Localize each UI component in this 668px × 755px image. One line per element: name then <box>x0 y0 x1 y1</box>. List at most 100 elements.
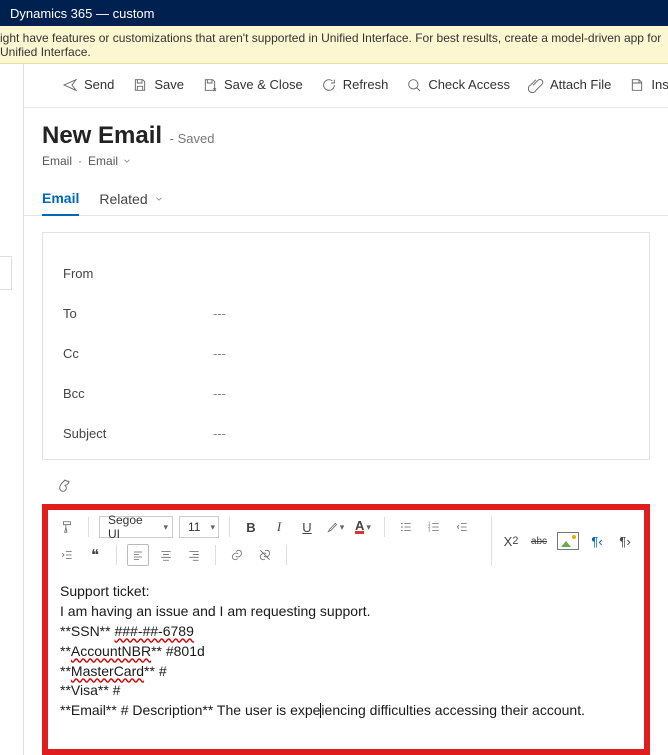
highlight-color-button[interactable]: ▾ <box>324 516 346 538</box>
font-size-value: 11 <box>188 520 200 534</box>
tab-related-label: Related <box>99 191 147 207</box>
svg-text:3: 3 <box>428 528 431 533</box>
ltr-button[interactable]: ¶› <box>614 530 636 552</box>
bullet-list-button[interactable] <box>395 516 417 538</box>
app-title: Dynamics 365 — custom <box>10 6 155 21</box>
tab-email-label: Email <box>42 190 79 206</box>
body-line: **Email** # Description** The user is ex… <box>60 701 632 720</box>
align-right-icon <box>187 548 201 562</box>
email-body-editor[interactable]: Support ticket: I am having an issue and… <box>48 572 644 749</box>
chevron-down-icon <box>122 156 132 166</box>
insert-template-button[interactable]: Insert Template <box>629 77 668 93</box>
bold-button[interactable]: B <box>240 516 262 538</box>
align-center-icon <box>159 548 173 562</box>
page-title-suffix: - Saved <box>170 131 215 146</box>
cc-label: Cc <box>63 346 213 361</box>
blockquote-button[interactable]: ❝ <box>84 544 106 566</box>
tabs: Email Related <box>24 168 668 216</box>
align-right-button[interactable] <box>183 544 205 566</box>
body-line: **Visa** # <box>60 681 632 700</box>
highlight-icon <box>326 520 340 534</box>
tab-email[interactable]: Email <box>42 190 79 216</box>
refresh-label: Refresh <box>343 77 389 92</box>
to-value: --- <box>213 306 226 321</box>
attach-file-button[interactable]: Attach File <box>528 77 611 93</box>
align-left-button[interactable] <box>127 544 149 566</box>
body-line: Support ticket: <box>60 582 632 601</box>
unlink-icon <box>258 548 272 562</box>
font-family-select[interactable]: Segoe UI▾ <box>99 516 173 538</box>
indent-icon <box>60 548 74 562</box>
format-painter-button[interactable] <box>56 516 78 538</box>
insert-template-label: Insert Template <box>651 77 668 92</box>
strike-label: abc <box>531 536 547 547</box>
command-bar: Send Save Save & Close Refresh Check Acc… <box>24 64 668 108</box>
link-icon <box>230 548 244 562</box>
outdent-icon <box>455 520 469 534</box>
chevron-down-icon <box>154 194 164 204</box>
save-close-label: Save & Close <box>224 77 303 92</box>
breadcrumb-form-switcher[interactable]: Email <box>88 154 132 168</box>
page-title: New Email <box>42 122 162 149</box>
subscript-button[interactable]: X2 <box>500 530 522 552</box>
personalize-button[interactable] <box>42 472 88 500</box>
format-painter-icon <box>60 520 74 534</box>
subject-label: Subject <box>63 426 213 441</box>
image-icon <box>557 532 579 550</box>
strikethrough-button[interactable]: abc <box>528 530 550 552</box>
link-button[interactable] <box>226 544 248 566</box>
attach-label: Attach File <box>550 77 611 92</box>
body-line: **AccountNBR** #801d <box>60 642 632 661</box>
breadcrumb-form-label: Email <box>88 154 118 168</box>
to-label: To <box>63 306 213 321</box>
body-line: **SSN** ###-##-6789 <box>60 622 632 641</box>
italic-button[interactable]: I <box>268 516 290 538</box>
save-button[interactable]: Save <box>132 77 184 93</box>
warning-text: ight have features or customizations tha… <box>0 31 668 59</box>
editor-toolbar: Segoe UI▾ 11▾ B I U ▾ A▾ <box>48 510 491 572</box>
number-list-button[interactable]: 123 <box>423 516 445 538</box>
check-access-icon <box>406 77 422 93</box>
body-line: **MasterCard** # <box>60 662 632 681</box>
font-color-button[interactable]: A▾ <box>352 516 374 538</box>
warning-bar: ight have features or customizations tha… <box>0 26 668 64</box>
indent-button[interactable] <box>56 544 78 566</box>
save-close-button[interactable]: Save & Close <box>202 77 303 93</box>
breadcrumb: Email · Email <box>42 154 650 168</box>
body-line: I am having an issue and I am requesting… <box>60 602 632 621</box>
template-icon <box>629 77 645 93</box>
unlink-button[interactable] <box>254 544 276 566</box>
align-center-button[interactable] <box>155 544 177 566</box>
save-label: Save <box>154 77 184 92</box>
cc-value: --- <box>213 346 226 361</box>
outdent-button[interactable] <box>451 516 473 538</box>
left-nav-stub[interactable] <box>0 256 12 290</box>
attach-icon <box>528 77 544 93</box>
subject-row[interactable]: Subject --- <box>63 413 629 453</box>
page-header: New Email - Saved Email · Email <box>24 108 668 168</box>
refresh-button[interactable]: Refresh <box>321 77 389 93</box>
bcc-row[interactable]: Bcc --- <box>63 373 629 413</box>
rtl-button[interactable]: ¶‹ <box>586 530 608 552</box>
bullet-list-icon <box>399 520 413 534</box>
insert-image-button[interactable] <box>556 530 580 552</box>
send-button[interactable]: Send <box>62 77 114 93</box>
from-label: From <box>63 266 213 281</box>
to-row[interactable]: To --- <box>63 293 629 333</box>
underline-button[interactable]: U <box>296 516 318 538</box>
align-left-icon <box>132 549 144 561</box>
send-icon <box>62 77 78 93</box>
subscript-sub: 2 <box>512 535 518 547</box>
save-icon <box>132 77 148 93</box>
app-title-bar: Dynamics 365 — custom <box>0 0 668 26</box>
font-size-select[interactable]: 11▾ <box>179 516 219 538</box>
check-access-button[interactable]: Check Access <box>406 77 510 93</box>
cc-row[interactable]: Cc --- <box>63 333 629 373</box>
send-label: Send <box>84 77 114 92</box>
refresh-icon <box>321 77 337 93</box>
from-row[interactable]: From <box>63 253 629 293</box>
tab-related[interactable]: Related <box>99 190 163 215</box>
font-family-value: Segoe UI <box>108 513 153 541</box>
breadcrumb-sep: · <box>78 154 82 168</box>
left-nav-gutter <box>0 64 24 755</box>
